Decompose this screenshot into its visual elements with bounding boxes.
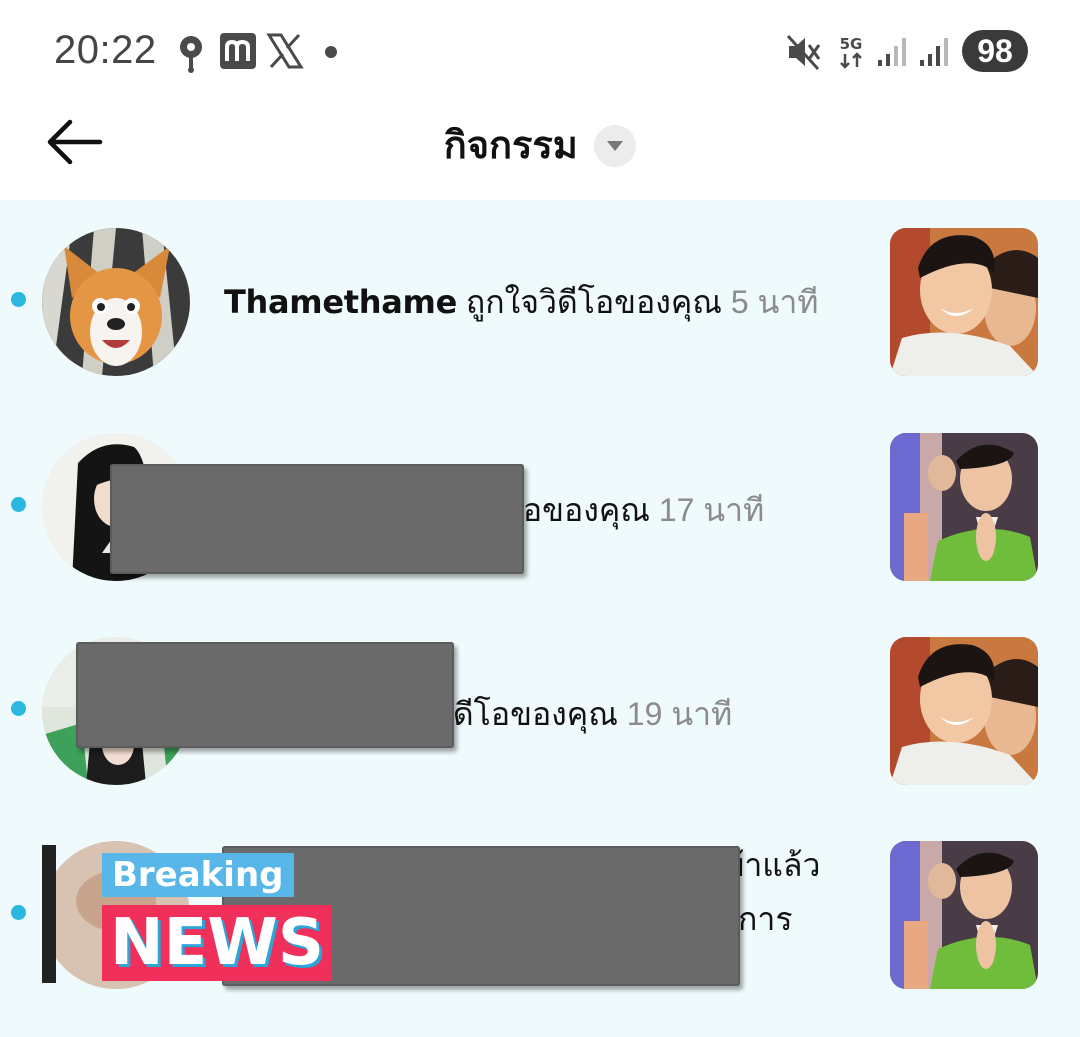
- m-app-icon: [220, 33, 256, 69]
- redaction-block: [76, 642, 454, 748]
- unread-dot: [11, 292, 26, 307]
- sticker-news-label: NEWS: [102, 905, 332, 981]
- video-thumbnail[interactable]: [890, 228, 1038, 376]
- sticker-breaking-label: Breaking: [102, 853, 294, 897]
- activity-action-partial: ดีโอของคุณ: [452, 696, 618, 732]
- activity-action: ถูกใจวิดีโอของคุณ: [465, 284, 722, 320]
- activity-username[interactable]: Thamethame: [224, 283, 457, 321]
- unread-dot: [11, 497, 26, 512]
- 5g-network-icon: 5G: [840, 35, 863, 69]
- x-logo-icon: [266, 33, 304, 69]
- status-time: 20:22: [54, 28, 157, 72]
- caret-down-icon: [607, 141, 624, 151]
- corgi-avatar[interactable]: [42, 228, 190, 376]
- unread-dot: [11, 701, 26, 716]
- activity-text: Thamethame ถูกใจวิดีโอของคุณ 5 นาที: [224, 276, 864, 328]
- page-title: กิจกรรม: [443, 125, 578, 167]
- status-bar: 20:22 5G 98: [0, 0, 1080, 100]
- video-thumbnail[interactable]: [890, 433, 1038, 581]
- activity-time: 19 นาที: [626, 696, 733, 732]
- activity-time: 5 นาที: [730, 284, 819, 320]
- notification-dot-icon: [325, 46, 337, 58]
- sticker-bar: [42, 845, 56, 983]
- battery-badge: 98: [962, 30, 1028, 72]
- breaking-news-sticker: Breaking NEWS: [42, 845, 332, 983]
- location-pin-icon: [180, 36, 202, 73]
- title-dropdown-button[interactable]: [594, 125, 637, 167]
- header: กิจกรรม: [0, 100, 1080, 200]
- activity-row[interactable]: Thamethame ถูกใจวิดีโอของคุณ 5 นาที: [0, 220, 1080, 420]
- unread-dot: [11, 905, 26, 920]
- activity-time: 17 นาที: [658, 492, 765, 528]
- signal-bars-icon: [920, 38, 948, 66]
- redaction-block: [110, 464, 524, 574]
- activity-action-partial: อของคุณ: [522, 492, 650, 528]
- video-thumbnail[interactable]: [890, 637, 1038, 785]
- activity-screen: 20:22 5G 98 กิจกรรม Thamethame ถูกใจวิดี…: [0, 0, 1080, 1037]
- mute-icon: [786, 34, 821, 71]
- title-group: กิจกรรม: [0, 118, 1080, 174]
- network-label: 5G: [840, 35, 863, 53]
- signal-bars-icon: [878, 38, 906, 66]
- video-thumbnail[interactable]: [890, 841, 1038, 989]
